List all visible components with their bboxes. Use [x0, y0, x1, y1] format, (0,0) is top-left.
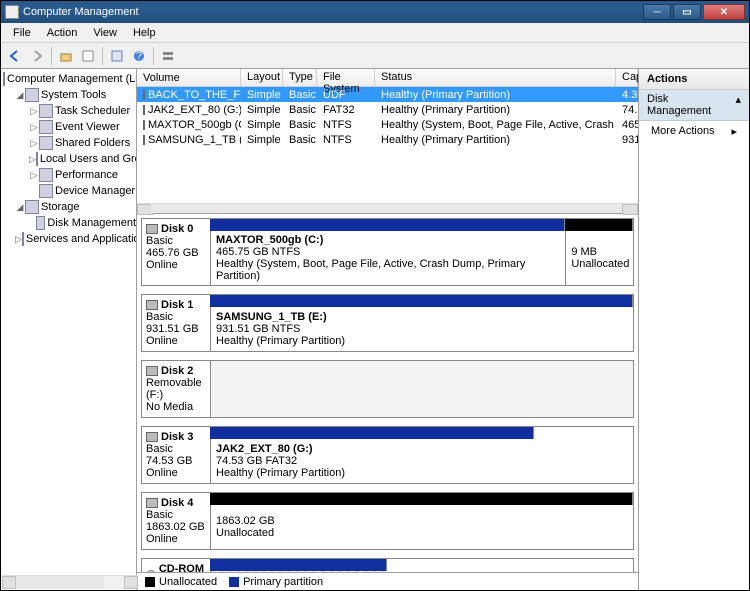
partition[interactable]: SAMSUNG_1_TB (E:)931.51 GB NTFSHealthy (…: [210, 307, 633, 351]
toolbar: ?: [1, 43, 749, 69]
svg-text:?: ?: [136, 50, 142, 62]
volume-hscroll[interactable]: [137, 203, 638, 213]
disk-row[interactable]: Disk 4 Basic 1863.02 GB Online 1863.02 G…: [141, 492, 634, 550]
tree-task-scheduler[interactable]: ▷Task Scheduler: [1, 103, 136, 119]
volume-row[interactable]: MAXTOR_500gb (C:)SimpleBasicNTFSHealthy …: [137, 117, 638, 132]
disk-info: Disk 2 Removable (F:) No Media: [142, 361, 210, 417]
tree-device-manager[interactable]: Device Manager: [1, 183, 136, 199]
disk-row[interactable]: Disk 3 Basic 74.53 GB Online JAK2_EXT_80…: [141, 426, 634, 484]
volume-row[interactable]: SAMSUNG_1_TB (E:)SimpleBasicNTFSHealthy …: [137, 132, 638, 147]
tree-storage[interactable]: ◢Storage: [1, 199, 136, 215]
col-capacity[interactable]: Cap: [616, 69, 638, 86]
col-layout[interactable]: Layout: [241, 69, 283, 86]
help-button[interactable]: ?: [129, 46, 149, 66]
disk-row[interactable]: Disk 2 Removable (F:) No Media: [141, 360, 634, 418]
tree-hscroll[interactable]: [2, 575, 138, 589]
col-volume[interactable]: Volume: [137, 69, 241, 86]
up-button[interactable]: [56, 46, 76, 66]
close-button[interactable]: ✕: [703, 4, 745, 20]
volume-header[interactable]: Volume Layout Type File System Status Ca…: [137, 69, 638, 87]
col-filesystem[interactable]: File System: [317, 69, 375, 86]
app-icon: [5, 5, 19, 19]
menu-view[interactable]: View: [85, 25, 125, 41]
minimize-button[interactable]: ─: [643, 4, 671, 20]
disk-info: Disk 3 Basic 74.53 GB Online: [142, 427, 210, 483]
actions-group-diskmgmt[interactable]: Disk Management▴: [639, 90, 749, 121]
volume-row[interactable]: JAK2_EXT_80 (G:)SimpleBasicFAT32Healthy …: [137, 102, 638, 117]
disk-info: Disk 4 Basic 1863.02 GB Online: [142, 493, 210, 549]
actions-pane: Actions Disk Management▴ More Actions▸: [639, 69, 749, 590]
partition[interactable]: JAK2_EXT_80 (G:)74.53 GB FAT32Healthy (P…: [210, 439, 534, 483]
legend-unallocated: Unallocated: [159, 576, 217, 588]
partition[interactable]: 9 MBUnallocated: [565, 231, 633, 285]
tree-event-viewer[interactable]: ▷Event Viewer: [1, 119, 136, 135]
actions-title: Actions: [639, 69, 749, 90]
window-title: Computer Management: [23, 6, 643, 18]
legend: Unallocated Primary partition: [137, 572, 638, 590]
disk-info: Disk 0 Basic 465.76 GB Online: [142, 219, 210, 285]
forward-button[interactable]: [27, 46, 47, 66]
main-panel: Volume Layout Type File System Status Ca…: [137, 69, 639, 590]
volume-list[interactable]: Volume Layout Type File System Status Ca…: [137, 69, 638, 214]
partition[interactable]: 1863.02 GBUnallocated: [210, 505, 633, 549]
titlebar: Computer Management ─ ▭ ✕: [1, 1, 749, 23]
properties-button[interactable]: [78, 46, 98, 66]
refresh-button[interactable]: [107, 46, 127, 66]
disk-info: CD-ROM 0 DVD 4.36 GB Online: [142, 559, 210, 572]
col-status[interactable]: Status: [375, 69, 616, 86]
tree-local-users[interactable]: ▷Local Users and Groups: [1, 151, 136, 167]
view-list-button[interactable]: [158, 46, 178, 66]
tree-disk-management[interactable]: Disk Management: [1, 215, 136, 231]
disk-row[interactable]: CD-ROM 0 DVD 4.36 GB Online BACK_TO_THE_…: [141, 558, 634, 572]
nav-tree[interactable]: Computer Management (Local ◢System Tools…: [1, 69, 137, 590]
menu-action[interactable]: Action: [39, 25, 86, 41]
menu-file[interactable]: File: [5, 25, 39, 41]
actions-more[interactable]: More Actions▸: [639, 121, 749, 142]
maximize-button[interactable]: ▭: [673, 4, 701, 20]
volume-row[interactable]: BACK_TO_THE_FUT (D:)SimpleBasicUDFHealth…: [137, 87, 638, 102]
tree-root[interactable]: Computer Management (Local: [1, 71, 136, 87]
tree-performance[interactable]: ▷Performance: [1, 167, 136, 183]
legend-primary: Primary partition: [243, 576, 323, 588]
col-type[interactable]: Type: [283, 69, 317, 86]
disk-info: Disk 1 Basic 931.51 GB Online: [142, 295, 210, 351]
menubar: File Action View Help: [1, 23, 749, 43]
back-button[interactable]: [5, 46, 25, 66]
tree-system-tools[interactable]: ◢System Tools: [1, 87, 136, 103]
menu-help[interactable]: Help: [125, 25, 164, 41]
disk-graphical-view[interactable]: Disk 0 Basic 465.76 GB Online MAXTOR_500…: [137, 214, 638, 572]
tree-shared-folders[interactable]: ▷Shared Folders: [1, 135, 136, 151]
tree-services[interactable]: ▷Services and Applications: [1, 231, 136, 247]
partition[interactable]: MAXTOR_500gb (C:)465.75 GB NTFSHealthy (…: [210, 231, 565, 285]
disk-row[interactable]: Disk 0 Basic 465.76 GB Online MAXTOR_500…: [141, 218, 634, 286]
disk-row[interactable]: Disk 1 Basic 931.51 GB Online SAMSUNG_1_…: [141, 294, 634, 352]
